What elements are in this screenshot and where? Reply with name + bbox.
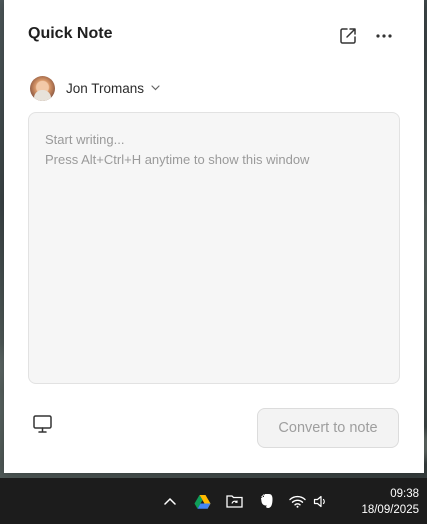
user-name: Jon Tromans (66, 80, 145, 96)
more-horizontal-icon (376, 34, 392, 38)
editor-shortcut-hint: Press Alt+Ctrl+H anytime to show this wi… (45, 152, 310, 167)
open-in-new-window-button[interactable] (336, 24, 360, 48)
more-options-button[interactable] (372, 24, 396, 48)
user-selector[interactable]: Jon Tromans (30, 75, 160, 101)
monitor-icon[interactable] (32, 414, 54, 434)
desktop: Quick Note Jon Tromans Start writing... … (0, 0, 427, 524)
folder-sync-icon[interactable] (223, 478, 245, 524)
window-title: Quick Note (28, 25, 113, 42)
clock-date: 18/09/2025 (361, 504, 419, 516)
note-editor[interactable]: Start writing... Press Alt+Ctrl+H anytim… (28, 112, 400, 384)
chevron-down-icon (151, 85, 160, 91)
chevron-up-icon[interactable] (160, 478, 180, 524)
evernote-icon[interactable] (255, 478, 277, 524)
wifi-icon[interactable] (287, 478, 307, 524)
external-link-icon (340, 28, 356, 44)
taskbar-clock[interactable]: 09:38 18/09/2025 (361, 486, 419, 518)
quick-note-window: Quick Note Jon Tromans Start writing... … (4, 0, 424, 473)
clock-time: 09:38 (390, 488, 419, 500)
speaker-icon[interactable] (311, 478, 331, 524)
editor-placeholder: Start writing... (45, 132, 125, 147)
google-drive-icon[interactable] (191, 478, 213, 524)
taskbar: 09:38 18/09/2025 (0, 478, 427, 524)
convert-to-note-button[interactable]: Convert to note (257, 408, 399, 448)
avatar (30, 75, 55, 101)
